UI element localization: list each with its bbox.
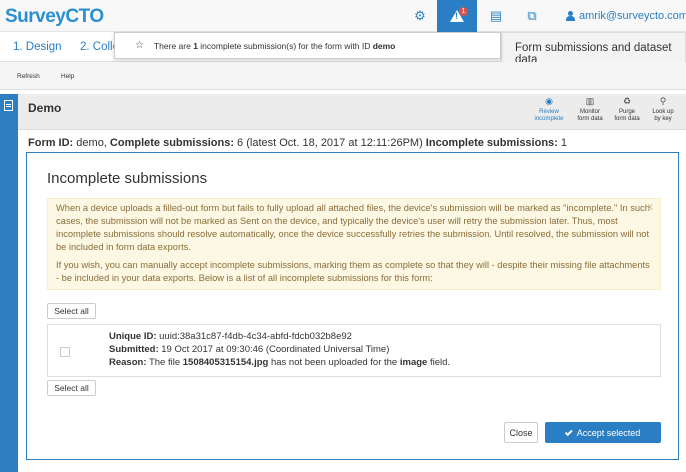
chart-icon: ▥ [585,96,595,106]
look-up-by-key-button[interactable]: ⚲ Look up by key [643,96,683,123]
user-icon [566,11,575,21]
gear-icon[interactable]: ⚙ [404,0,436,32]
submitted-line: Submitted: 19 Oct 2017 at 09:30:46 (Coor… [109,344,390,355]
unique-id-line: Unique ID: uuid:38a31c87-f4db-4c34-abfd-… [109,331,352,342]
toolbar: Refresh Help [0,62,686,90]
notification-dropdown[interactable]: ☆ There are 1 incomplete submission(s) f… [114,32,501,59]
recycle-icon: ♻ [622,96,632,106]
submission-details: Unique ID: uuid:38a31c87-f4db-4c34-abfd-… [109,330,450,369]
document-icon[interactable] [4,100,13,111]
card-icon[interactable]: ▤ [480,0,512,32]
refresh-link[interactable]: Refresh [17,73,40,80]
modal-title: Incomplete submissions [47,170,208,187]
left-rail [0,94,18,472]
submission-row: Unique ID: uuid:38a31c87-f4db-4c34-abfd-… [47,324,661,377]
user-email: amrik@surveycto.com [579,10,686,22]
notification-text: There are 1 incomplete submission(s) for… [153,40,396,51]
star-icon: ☆ [135,40,144,51]
external-link-icon[interactable]: ⧉ [516,0,548,32]
search-icon: ⚲ [659,96,667,106]
help-link[interactable]: Help [61,73,74,80]
purge-form-data-button[interactable]: ♻ Purge form data [607,96,647,123]
close-button[interactable]: Close [504,422,538,443]
warning-paragraph-1: When a device uploads a filled-out form … [56,203,650,252]
form-title: Demo [28,101,62,115]
warning-paragraph-2: If you wish, you can manually accept inc… [56,260,650,283]
tab-design[interactable]: 1. Design [13,41,62,53]
form-header: Demo ◉ Review incomplete ▥ Monitor form da… [18,94,686,130]
submission-checkbox[interactable] [60,347,70,357]
accept-selected-button[interactable]: Accept selected [545,422,661,443]
eye-icon: ◉ [545,96,553,106]
user-menu[interactable]: amrik@surveycto.com [566,10,686,22]
alerts-button[interactable]: 1 [437,0,477,32]
check-icon [564,427,573,436]
monitor-form-data-button[interactable]: ▥ Monitor form data [570,96,610,123]
form-summary: Form ID: demo, Complete submissions: 6 (… [28,137,568,149]
alert-count-badge: 1 [459,7,468,16]
incomplete-submissions-modal: Incomplete submissions x When a device u… [26,152,679,460]
tab-form-submissions[interactable]: Form submissions and dataset data [501,32,686,66]
close-icon[interactable]: x [648,201,654,214]
select-all-button-top[interactable]: Select all [47,303,96,319]
logo[interactable]: SurveyCTO [5,6,104,28]
select-all-button-bottom[interactable]: Select all [47,380,96,396]
top-navbar: SurveyCTO ⚙ 1 ▤ ⧉ amrik@surveycto.com [0,0,686,32]
warning-alert: x When a device uploads a filled-out for… [47,198,661,290]
review-incomplete-button[interactable]: ◉ Review incomplete [529,96,569,123]
reason-line: Reason: The file 1508405315154.jpg has n… [109,357,451,368]
